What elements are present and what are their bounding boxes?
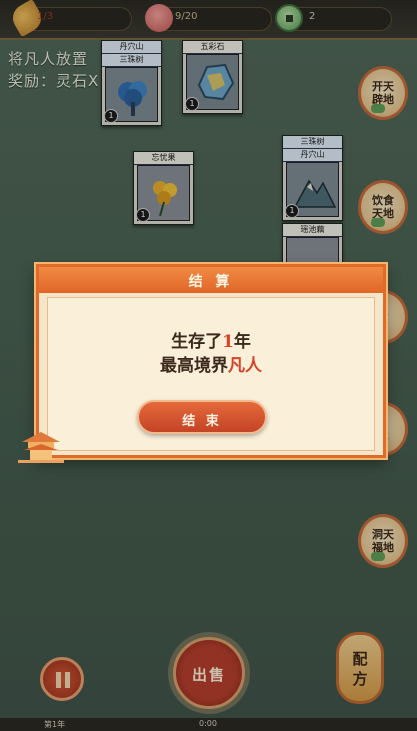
realm-text: 最高境界凡人 (160, 356, 262, 376)
dialog-header: 结 算 (39, 267, 383, 293)
dialog-title: 结 算 (188, 274, 234, 290)
settlement-dialog: 结 算 生存了1年 最高境界凡人 结 束 (36, 264, 386, 458)
end-button[interactable]: 结 束 (137, 400, 267, 434)
end-button-label: 结 束 (182, 414, 222, 429)
survival-text: 生存了1年 (171, 332, 251, 352)
pavilion-decoration (18, 432, 64, 463)
